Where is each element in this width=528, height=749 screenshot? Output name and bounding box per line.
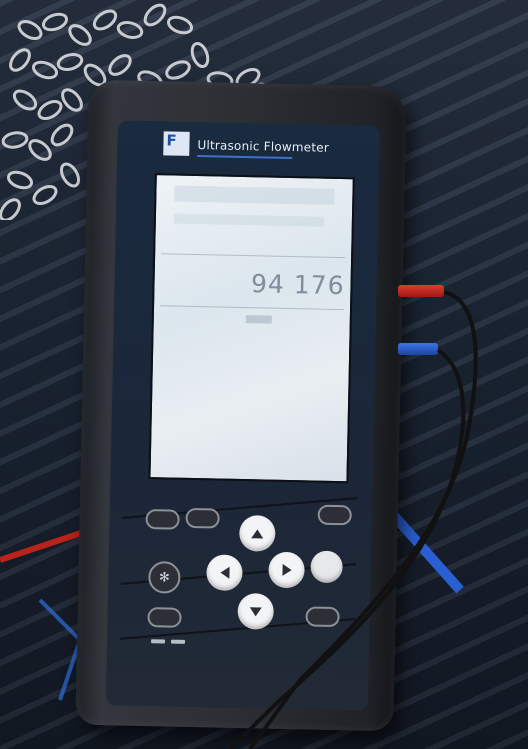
right-arrow-button[interactable] bbox=[268, 551, 305, 589]
function-key-1[interactable] bbox=[145, 509, 180, 530]
blue-lead-plug bbox=[398, 343, 438, 355]
lcd-screen: 94 176 bbox=[148, 173, 355, 484]
up-arrow-button[interactable] bbox=[238, 514, 276, 552]
display-reading: 94 176 bbox=[250, 269, 345, 301]
device-title: Ultrasonic Flowmeter bbox=[197, 138, 330, 155]
screen-divider bbox=[160, 305, 345, 311]
screen-row bbox=[173, 213, 324, 227]
down-arrow-icon bbox=[249, 606, 262, 616]
status-led bbox=[170, 639, 186, 644]
bottom-right-key[interactable] bbox=[305, 606, 340, 628]
device-faceplate: F Ultrasonic Flowmeter 94 176 ✻ bbox=[105, 120, 380, 711]
function-key-2[interactable] bbox=[185, 507, 220, 529]
left-arrow-button[interactable] bbox=[206, 554, 243, 592]
title-underline bbox=[197, 155, 293, 160]
red-lead-plug bbox=[398, 285, 444, 297]
menu-key[interactable] bbox=[147, 607, 182, 628]
left-arrow-icon bbox=[219, 566, 230, 579]
screen-unit bbox=[245, 315, 272, 324]
enter-key[interactable] bbox=[310, 550, 343, 584]
charge-led bbox=[151, 639, 166, 644]
logo-icon: F bbox=[163, 131, 190, 156]
snowflake-icon: ✻ bbox=[158, 569, 170, 586]
screen-divider bbox=[161, 253, 346, 259]
screen-row bbox=[174, 185, 335, 205]
esc-key[interactable] bbox=[317, 504, 352, 526]
snowflake-key[interactable]: ✻ bbox=[148, 561, 181, 594]
flowmeter-device: F Ultrasonic Flowmeter 94 176 ✻ bbox=[75, 79, 407, 732]
down-arrow-button[interactable] bbox=[237, 592, 275, 630]
right-arrow-icon bbox=[281, 563, 292, 577]
up-arrow-icon bbox=[251, 528, 264, 538]
photo-scene: F Ultrasonic Flowmeter 94 176 ✻ bbox=[0, 0, 528, 749]
